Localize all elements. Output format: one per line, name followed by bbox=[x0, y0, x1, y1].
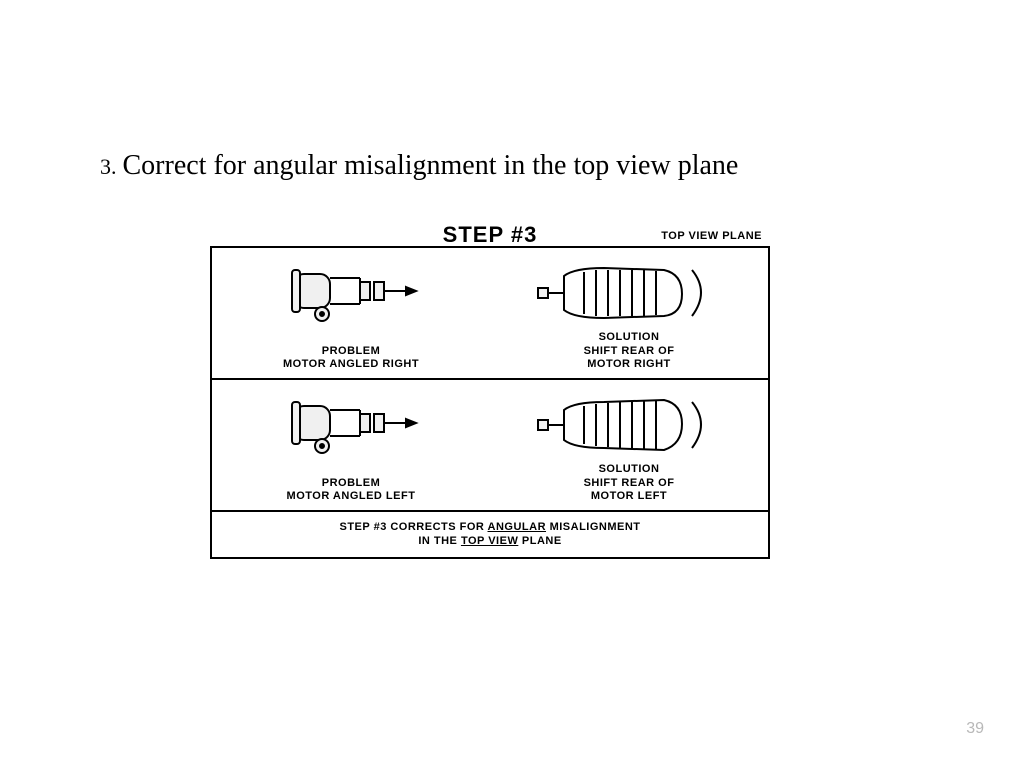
footer-u2: TOP VIEW bbox=[461, 535, 518, 547]
footer-b: MISALIGNMENT bbox=[546, 521, 641, 533]
row2-problem-text: MOTOR ANGLED LEFT bbox=[287, 490, 416, 504]
row1-problem-label: PROBLEM bbox=[283, 345, 419, 359]
row1-problem-text: MOTOR ANGLED RIGHT bbox=[283, 358, 419, 372]
footer-a: STEP #3 CORRECTS FOR bbox=[339, 521, 487, 533]
diagram-figure: STEP #3 TOP VIEW PLANE bbox=[210, 222, 770, 559]
row-angled-right: PROBLEM MOTOR ANGLED RIGHT bbox=[212, 248, 768, 380]
slide-title: 3.Correct for angular misalignment in th… bbox=[100, 150, 738, 182]
row2-solution-text1: SHIFT REAR OF bbox=[584, 477, 675, 491]
pump-coupling-drawing-2 bbox=[212, 388, 490, 468]
row2-solution: SOLUTION SHIFT REAR OF MOTOR LEFT bbox=[490, 380, 768, 510]
motor-drawing-right bbox=[490, 256, 768, 336]
row1-solution-text1: SHIFT REAR OF bbox=[584, 345, 675, 359]
diagram-box: PROBLEM MOTOR ANGLED RIGHT bbox=[210, 246, 770, 559]
footer-c: IN THE bbox=[418, 535, 461, 547]
title-text: Correct for angular misalignment in the … bbox=[123, 150, 739, 181]
motor-drawing-left bbox=[490, 388, 768, 468]
row2-problem: PROBLEM MOTOR ANGLED LEFT bbox=[212, 380, 490, 510]
row2-solution-text2: MOTOR LEFT bbox=[584, 490, 675, 504]
footer-d: PLANE bbox=[518, 535, 561, 547]
footer-u1: ANGULAR bbox=[488, 521, 547, 533]
footer-summary: STEP #3 CORRECTS FOR ANGULAR MISALIGNMEN… bbox=[212, 512, 768, 557]
row2-problem-label: PROBLEM bbox=[287, 477, 416, 491]
title-number: 3. bbox=[100, 154, 117, 179]
page-number: 39 bbox=[966, 720, 984, 738]
row-angled-left: PROBLEM MOTOR ANGLED LEFT bbox=[212, 380, 768, 512]
pump-coupling-drawing bbox=[212, 256, 490, 336]
row1-problem: PROBLEM MOTOR ANGLED RIGHT bbox=[212, 248, 490, 378]
row1-solution: SOLUTION SHIFT REAR OF MOTOR RIGHT bbox=[490, 248, 768, 378]
row1-solution-text2: MOTOR RIGHT bbox=[584, 358, 675, 372]
